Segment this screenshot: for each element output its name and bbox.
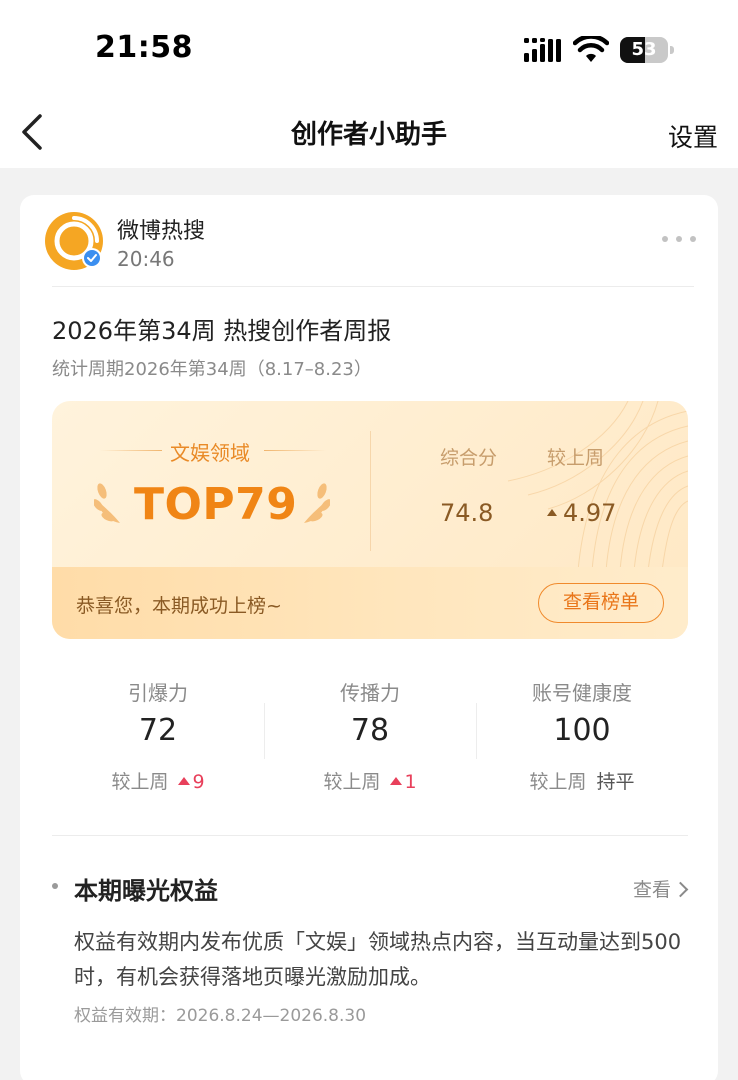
- metrics-row: 引爆力 72 较上周 9 传播力 78 较上周 1 账号健康度 100 较上周 持平: [52, 665, 688, 805]
- metric-change: 较上周 1: [264, 767, 476, 794]
- settings-button[interactable]: 设置: [668, 118, 718, 154]
- rank-value: TOP79: [134, 479, 298, 530]
- metric-value: 100: [553, 713, 611, 748]
- avatar[interactable]: [44, 211, 104, 271]
- cellular-signal-icon: [524, 38, 561, 62]
- battery-icon: 53: [620, 37, 674, 63]
- benefit-title: 本期曝光权益: [74, 877, 218, 905]
- rank-panel-footer: 恭喜您，本期成功上榜~ 查看榜单: [52, 567, 688, 639]
- post-time: 20:46: [117, 247, 175, 271]
- metric-change: 较上周 持平: [476, 767, 688, 794]
- author-name[interactable]: 微博热搜: [117, 213, 205, 245]
- metric-value: 78: [350, 713, 390, 748]
- more-options-icon[interactable]: [662, 233, 696, 245]
- change-label: 较上周: [547, 447, 605, 469]
- divider: [52, 835, 688, 836]
- category-label: 文娱领域: [170, 441, 250, 465]
- weekly-report-card: 微博热搜 20:46 2026年第34周 热搜创作者周报 统计周期2026年第3…: [20, 195, 718, 1080]
- divider: [52, 286, 694, 287]
- navigation-bar: 创作者小助手 设置: [0, 100, 738, 168]
- view-benefit-label: 查看: [632, 879, 671, 901]
- metric-change-value: 1: [404, 771, 417, 793]
- page-title: 创作者小助手: [290, 120, 447, 150]
- benefit-validity: 权益有效期：2026.8.24—2026.8.30: [74, 1006, 367, 1026]
- rank-panel: 文娱领域 TOP79 综合分 较上周 74.8 4.97 恭喜您，本期成功上榜~…: [52, 401, 688, 639]
- metric-label: 传播力: [340, 681, 400, 705]
- up-arrow-icon: [178, 776, 191, 785]
- score-change-value: 4.97: [563, 499, 617, 527]
- metric-label: 账号健康度: [532, 681, 632, 705]
- metric-item: 账号健康度 100 较上周 持平: [476, 665, 688, 805]
- view-ranking-button[interactable]: 查看榜单: [538, 583, 664, 623]
- congrats-message: 恭喜您，本期成功上榜~: [76, 595, 282, 617]
- bullet-icon: [52, 883, 58, 889]
- score-label: 综合分: [440, 447, 498, 469]
- laurel-right-icon: [304, 483, 330, 523]
- metric-label: 引爆力: [128, 681, 188, 705]
- view-benefit-button[interactable]: 查看: [632, 875, 689, 902]
- chevron-right-icon: [672, 881, 689, 897]
- metric-change-label: 较上周: [111, 771, 169, 793]
- status-time: 21:58: [95, 30, 193, 65]
- benefit-description: 权益有效期内发布优质「文娱」领域热点内容，当互动量达到500时，有机会获得落地页…: [74, 930, 682, 989]
- laurel-left-icon: [94, 483, 120, 523]
- status-bar: 21:58 53: [0, 0, 738, 100]
- decorative-waves: [507, 401, 688, 571]
- metric-change: 较上周 9: [52, 767, 264, 794]
- up-arrow-icon: [390, 776, 403, 785]
- battery-level: 53: [631, 39, 657, 60]
- score-change: 4.97: [547, 499, 616, 527]
- metric-change-value: 持平: [596, 771, 635, 793]
- metric-change-label: 较上周: [529, 771, 587, 793]
- metric-item: 引爆力 72 较上周 9: [52, 665, 264, 805]
- score-value: 74.8: [440, 499, 494, 527]
- metric-change-value: 9: [192, 771, 205, 793]
- wifi-icon: [573, 36, 609, 62]
- report-period: 统计周期2026年第34周（8.17–8.23）: [52, 359, 372, 380]
- metric-item: 传播力 78 较上周 1: [264, 665, 476, 805]
- up-arrow-icon: [547, 508, 557, 516]
- metric-change-label: 较上周: [323, 771, 381, 793]
- report-title: 2026年第34周 热搜创作者周报: [52, 317, 392, 345]
- metric-value: 72: [138, 713, 178, 748]
